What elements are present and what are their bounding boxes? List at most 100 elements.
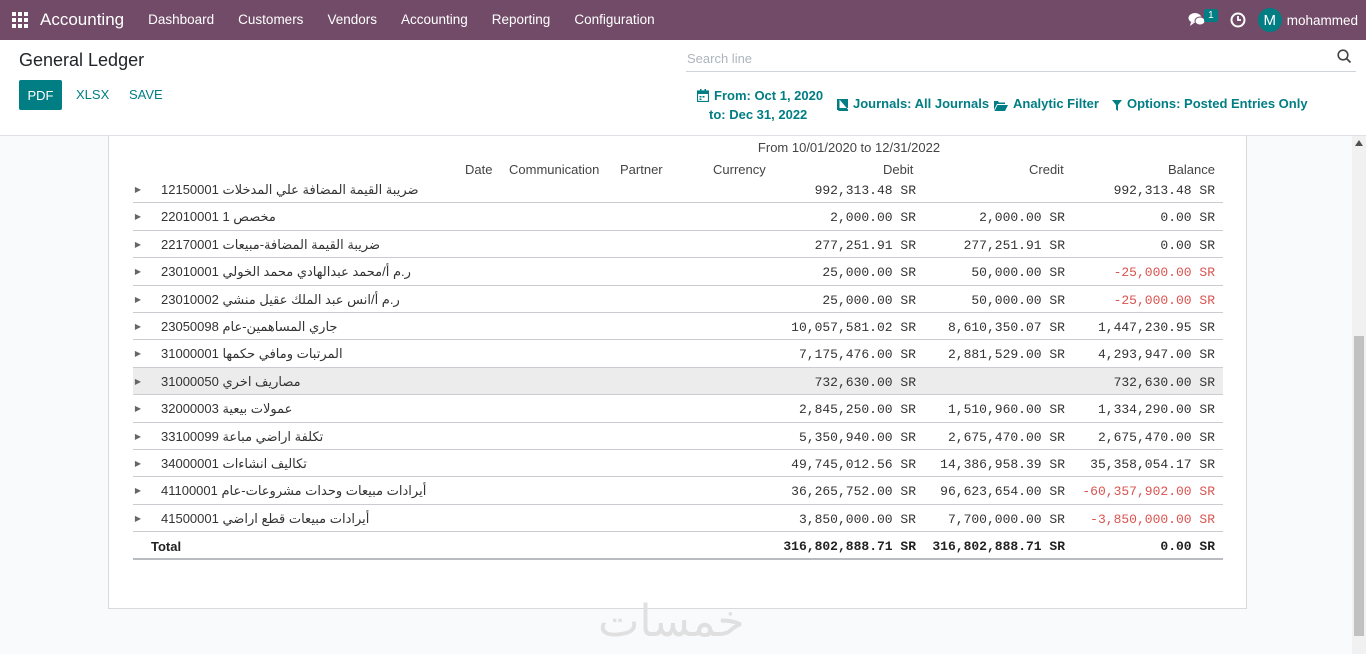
- menu-configuration[interactable]: Configuration: [562, 0, 666, 40]
- xlsx-button[interactable]: XLSX: [76, 80, 109, 110]
- table-row[interactable]: ▶ 22170001 ضريبة القيمة المضافة-مبيعات 277…: [133, 231, 1223, 259]
- balance-value: 35,358,054.17 SR: [1090, 456, 1215, 472]
- credit-value: 8,610,350.07 SR: [947, 319, 1065, 335]
- table-row[interactable]: ▶ 22010001 مخصص 1 2,000.00 SR 2,000.00 SR 0.…: [133, 203, 1223, 231]
- table-row[interactable]: ▶ 33100099 تكلفة اراضي مباعة 5,350,940.00 …: [133, 423, 1223, 450]
- menu-accounting[interactable]: Accounting: [389, 0, 480, 40]
- ledger-table: ▶ 12150001 ضريبة القيمة المضافة علي المدخ…: [133, 176, 1223, 561]
- menu-vendors[interactable]: Vendors: [315, 0, 389, 40]
- balance-value: -25,000.00 SR: [1113, 265, 1215, 281]
- expand-caret-icon[interactable]: ▶: [133, 505, 143, 532]
- credit-value: 2,000.00 SR: [979, 210, 1065, 226]
- credit-value: 50,000.00 SR: [971, 292, 1065, 308]
- table-row[interactable]: ▶ 23050098 جاري المساهمين-عام 10,057,581.0…: [133, 313, 1223, 341]
- menu-reporting[interactable]: Reporting: [480, 0, 563, 40]
- scrollbar-thumb[interactable]: [1354, 336, 1364, 636]
- debit-value: 36,265,752.00 SR: [791, 484, 916, 500]
- expand-caret-icon[interactable]: ▶: [133, 286, 143, 313]
- messaging-button[interactable]: 1: [1182, 0, 1218, 40]
- analytic-filter-label: Analytic Filter: [1013, 96, 1099, 111]
- column-header-balance: Balance: [1168, 162, 1215, 177]
- balance-value: 1,447,230.95 SR: [1097, 319, 1215, 335]
- scroll-up-arrow-icon[interactable]: [1355, 140, 1363, 146]
- balance-value: 0.00 SR: [1160, 237, 1215, 253]
- table-row[interactable]: ▶ 23010002 ر.م أ/انس عبد الملك عقيل منشي 2…: [133, 286, 1223, 313]
- report-sheet: From 10/01/2020 to 12/31/2022 Date Commu…: [108, 136, 1247, 609]
- table-row[interactable]: ▶ 23010001 ر.م أ/محمد عبدالهادي محمد الخو…: [133, 258, 1223, 286]
- table-row[interactable]: ▶ 31000050 مصاريف اخري 732,630.00 SR 732,63…: [133, 367, 1223, 396]
- balance-value: -60,357,902.00 SR: [1082, 484, 1215, 500]
- expand-caret-icon[interactable]: ▶: [133, 313, 143, 340]
- table-row[interactable]: ▶ 41500001 أيرادات مبيعات قطع اراضي 3,850,…: [133, 505, 1223, 533]
- apps-menu-icon[interactable]: [0, 0, 40, 40]
- debit-value: 2,845,250.00 SR: [798, 402, 916, 418]
- expand-caret-icon[interactable]: ▶: [133, 368, 143, 395]
- debit-value: 277,251.91 SR: [814, 237, 916, 253]
- table-row[interactable]: ▶ 32000003 عمولات بيعية 2,845,250.00 SR 1,5…: [133, 395, 1223, 423]
- table-row[interactable]: ▶ 34000001 تكاليف انشاءات 49,745,012.56 SR…: [133, 450, 1223, 478]
- debit-value: 732,630.00 SR: [814, 374, 916, 390]
- column-header-currency: Currency: [713, 162, 766, 177]
- date-filter[interactable]: From: Oct 1, 2020 to: Dec 31, 2022: [697, 86, 823, 124]
- options-filter-label: Options: Posted Entries Only: [1127, 96, 1308, 111]
- date-to-label: to: Dec 31, 2022: [709, 107, 808, 122]
- total-row: Total 316,802,888.71 SR 316,802,888.71 S…: [133, 532, 1223, 561]
- expand-caret-icon[interactable]: ▶: [133, 477, 143, 504]
- credit-value: 1,510,960.00 SR: [947, 402, 1065, 418]
- expand-caret-icon[interactable]: ▶: [133, 203, 143, 230]
- account-name: 33100099 تكلفة اراضي مباعة: [161, 428, 324, 444]
- search-icon[interactable]: [1337, 49, 1352, 64]
- menu-customers[interactable]: Customers: [226, 0, 315, 40]
- column-header-credit: Credit: [1029, 162, 1064, 177]
- table-row[interactable]: ▶ 31000001 المرتبات ومافي حكمها 7,175,476.…: [133, 340, 1223, 368]
- activity-button[interactable]: [1218, 0, 1258, 40]
- options-filter[interactable]: Options: Posted Entries Only: [1112, 96, 1308, 114]
- calendar-icon: [697, 88, 709, 102]
- debit-value: 2,000.00 SR: [830, 210, 916, 226]
- top-navbar: Accounting Dashboard Customers Vendors A…: [0, 0, 1366, 40]
- vertical-scrollbar[interactable]: [1352, 136, 1366, 654]
- account-name: 23050098 جاري المساهمين-عام: [161, 318, 338, 334]
- journals-filter[interactable]: Journals: All Journals: [837, 96, 989, 114]
- debit-value: 5,350,940.00 SR: [798, 429, 916, 445]
- expand-caret-icon[interactable]: ▶: [133, 231, 143, 258]
- account-name: 23010002 ر.م أ/انس عبد الملك عقيل منشي: [161, 291, 400, 307]
- column-header-debit: Debit: [883, 162, 914, 177]
- expand-caret-icon[interactable]: ▶: [133, 423, 143, 450]
- expand-caret-icon[interactable]: ▶: [133, 395, 143, 422]
- debit-value: 992,313.48 SR: [814, 183, 916, 198]
- expand-caret-icon[interactable]: ▶: [133, 340, 143, 367]
- balance-value: 1,334,290.00 SR: [1097, 402, 1215, 418]
- journals-filter-label: Journals: All Journals: [853, 96, 990, 111]
- control-panel: General Ledger PDF XLSX SAVE From: Oct 1…: [0, 40, 1366, 136]
- clock-icon: [1230, 12, 1246, 28]
- date-from-label: From: Oct 1, 2020: [714, 88, 824, 103]
- account-name: 31000001 المرتبات ومافي حكمها: [161, 346, 343, 362]
- save-button[interactable]: SAVE: [129, 80, 163, 110]
- account-name: 31000050 مصاريف اخري: [161, 373, 301, 389]
- total-balance: 0.00 SR: [1160, 539, 1215, 555]
- menu-dashboard[interactable]: Dashboard: [136, 0, 226, 40]
- filter-icon: [1112, 99, 1122, 111]
- balance-value: -3,850,000.00 SR: [1090, 511, 1215, 527]
- app-name[interactable]: Accounting: [40, 10, 124, 30]
- table-row[interactable]: ▶ 41100001 أيرادات مبيعات وحدات مشروعات-ع…: [133, 477, 1223, 505]
- column-header-date: Date: [465, 162, 493, 177]
- expand-caret-icon[interactable]: ▶: [133, 450, 143, 477]
- pdf-button[interactable]: PDF: [19, 80, 62, 110]
- credit-value: 96,623,654.00 SR: [940, 484, 1065, 500]
- message-count-badge: 1: [1204, 9, 1218, 22]
- debit-value: 25,000.00 SR: [822, 265, 916, 281]
- user-menu[interactable]: M mohammed: [1257, 8, 1358, 32]
- balance-value: -25,000.00 SR: [1113, 292, 1215, 308]
- account-name: 32000003 عمولات بيعية: [161, 401, 293, 417]
- analytic-filter[interactable]: Analytic Filter: [994, 96, 1099, 114]
- credit-value: 2,881,529.00 SR: [947, 347, 1065, 363]
- expand-caret-icon[interactable]: ▶: [133, 258, 143, 285]
- search-input[interactable]: [686, 46, 1326, 70]
- expand-caret-icon[interactable]: ▶: [133, 176, 143, 203]
- account-name: 22010001 مخصص 1: [161, 209, 276, 225]
- account-name: 23010001 ر.م أ/محمد عبدالهادي محمد الخول…: [161, 264, 411, 280]
- table-row[interactable]: ▶ 12150001 ضريبة القيمة المضافة علي المدخ…: [133, 176, 1223, 204]
- credit-value: 2,675,470.00 SR: [947, 429, 1065, 445]
